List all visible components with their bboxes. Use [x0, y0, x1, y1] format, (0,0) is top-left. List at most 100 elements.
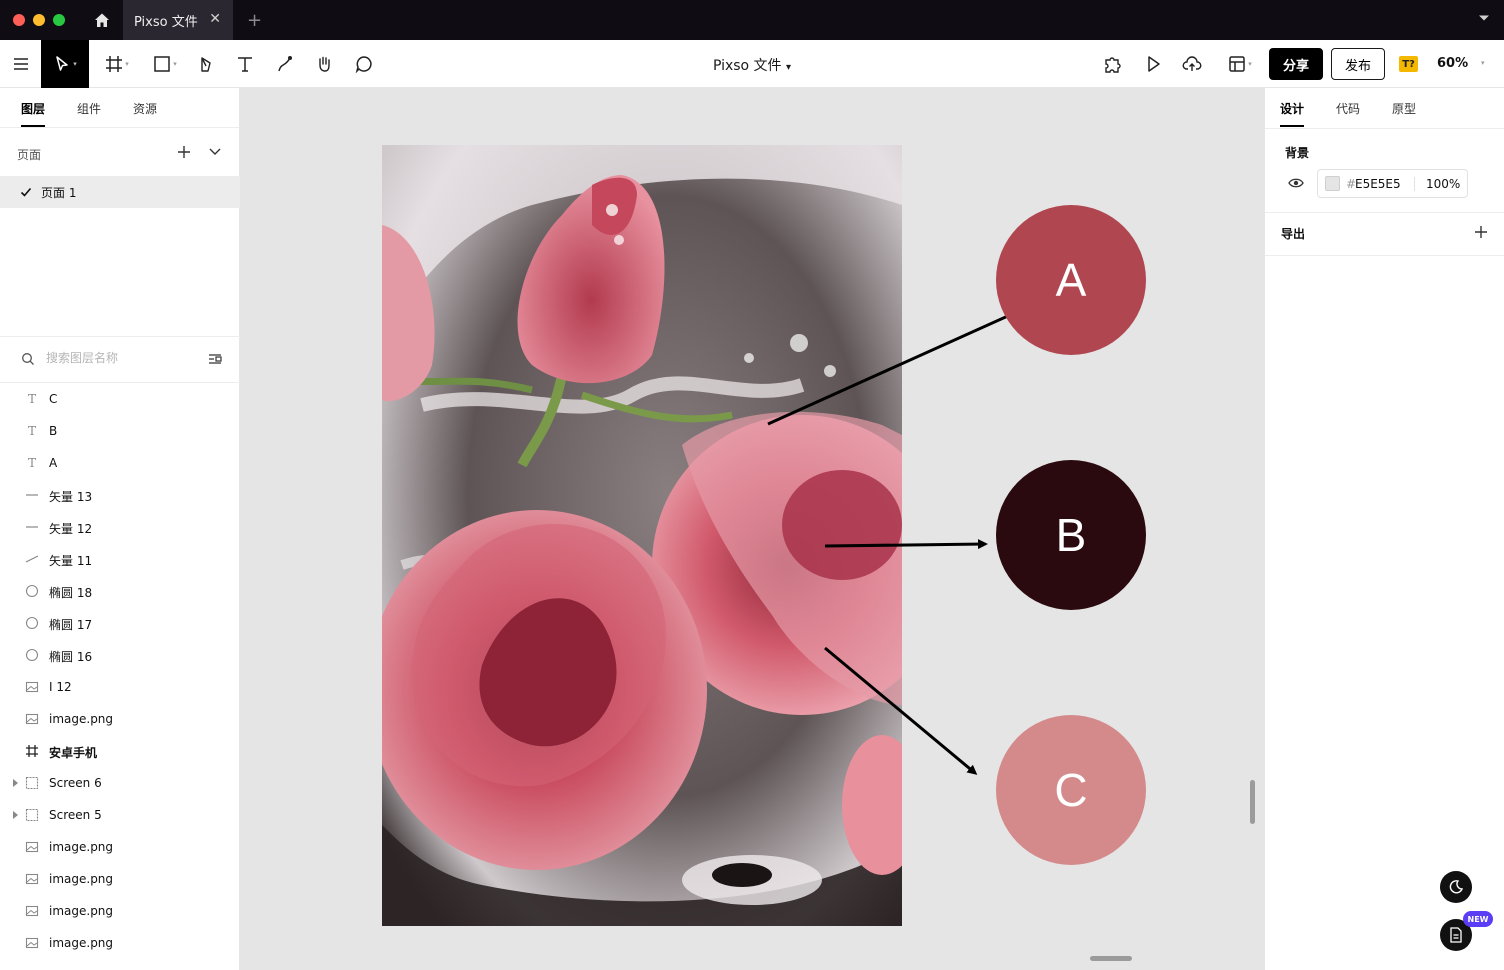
present-button[interactable] [1140, 40, 1166, 88]
circle-a[interactable]: A [996, 205, 1146, 355]
filter-icon[interactable] [208, 352, 222, 366]
design-canvas[interactable]: A B C [240, 88, 1264, 970]
circle-a-label: A [1055, 254, 1087, 306]
upload-button[interactable] [1178, 40, 1206, 88]
image-icon [24, 871, 40, 887]
eye-icon[interactable] [1288, 177, 1304, 189]
rectangle-icon [154, 56, 170, 72]
image-icon [24, 679, 40, 695]
circle-b[interactable]: B [996, 460, 1146, 610]
color-swatch[interactable] [1325, 176, 1340, 191]
layer-row-b[interactable]: T B [0, 415, 240, 447]
add-export-icon[interactable] [1474, 225, 1488, 239]
horizontal-scrollbar[interactable] [1090, 956, 1132, 961]
active-tab-indicator [21, 125, 45, 127]
layer-list: T C T B T A 矢量 13 矢量 12 矢量 11 椭圆 18 椭圆 1… [0, 383, 240, 959]
search-input[interactable] [46, 351, 196, 365]
plugins-button[interactable] [1100, 40, 1126, 88]
layer-row-image[interactable]: image.png [0, 863, 240, 895]
text-icon: T [27, 392, 36, 406]
main-menu-icon[interactable] [6, 40, 36, 88]
layer-row-vector-11[interactable]: 矢量 11 [0, 543, 240, 575]
layer-row-c[interactable]: T C [0, 383, 240, 415]
layer-row-ellipse-16[interactable]: 椭圆 16 [0, 639, 240, 671]
divider [1265, 128, 1504, 129]
divider [1414, 177, 1415, 191]
title-bar: Pixso 文件 ✕ + [0, 0, 1504, 40]
layer-row-image[interactable]: image.png [0, 895, 240, 927]
publish-button[interactable]: 发布 [1331, 48, 1385, 80]
ellipse-icon [24, 583, 40, 599]
frame-icon [106, 56, 123, 72]
comment-tool-button[interactable] [352, 40, 376, 88]
frame-icon [24, 743, 40, 759]
pen-tool-button[interactable] [194, 40, 218, 88]
layer-row-vector-12[interactable]: 矢量 12 [0, 511, 240, 543]
close-window-button[interactable] [13, 14, 25, 26]
arrow-to-c[interactable] [824, 646, 978, 775]
dark-mode-toggle[interactable] [1440, 871, 1472, 903]
layer-row-i12[interactable]: I 12 [0, 671, 240, 703]
home-icon[interactable] [91, 9, 113, 31]
circle-c[interactable]: C [996, 715, 1146, 865]
chevron-down-icon[interactable]: ▾ [786, 62, 791, 73]
tab-assets[interactable]: 资源 [133, 100, 157, 117]
zoom-level[interactable]: 60% [1437, 56, 1468, 71]
hex-value-input[interactable]: E5E5E5 [1355, 177, 1401, 191]
background-color-field[interactable]: # E5E5E5 100% [1317, 169, 1468, 198]
hand-tool-button[interactable] [312, 40, 336, 88]
chevron-down-icon[interactable] [1478, 12, 1490, 27]
layer-row-vector-13[interactable]: 矢量 13 [0, 479, 240, 511]
tab-components[interactable]: 组件 [77, 100, 101, 117]
cloud-upload-icon [1182, 56, 1202, 71]
connector-tool-button[interactable] [273, 40, 297, 88]
arrow-to-b[interactable] [824, 539, 988, 550]
new-tab-button[interactable]: + [247, 10, 262, 31]
export-section-title: 导出 [1281, 227, 1306, 241]
layer-row-image[interactable]: image.png [0, 703, 240, 735]
tab-code[interactable]: 代码 [1336, 100, 1360, 117]
text-tool-button[interactable] [233, 40, 257, 88]
toolbar: ▾ ▾ ▾ Pixso 文件 ▾ ▾ 分享 发布 [0, 40, 1504, 88]
text-icon: T [27, 424, 36, 438]
tab-design[interactable]: 设计 [1280, 100, 1304, 117]
chevron-down-icon[interactable]: ▾ [1481, 59, 1485, 67]
minimize-window-button[interactable] [33, 14, 45, 26]
add-page-icon[interactable] [177, 145, 191, 159]
vertical-scrollbar[interactable] [1250, 780, 1255, 824]
layer-name: 矢量 13 [49, 490, 93, 504]
layer-name: 椭圆 16 [49, 650, 93, 664]
layer-name: 椭圆 17 [49, 618, 93, 632]
layer-row-image[interactable]: image.png [0, 831, 240, 863]
font-missing-badge[interactable]: T? [1399, 56, 1418, 72]
page-item[interactable]: 页面 1 [0, 176, 240, 208]
tab-layers[interactable]: 图层 [21, 100, 45, 117]
chevron-down-icon[interactable] [209, 147, 221, 157]
line-icon [24, 487, 40, 503]
shape-tool-button[interactable]: ▾ [148, 40, 182, 88]
tab-prototype[interactable]: 原型 [1392, 100, 1416, 117]
share-button[interactable]: 分享 [1269, 48, 1323, 80]
arrow-to-a[interactable] [767, 304, 1033, 426]
frame-tool-button[interactable]: ▾ [100, 40, 134, 88]
close-tab-icon[interactable]: ✕ [209, 11, 221, 27]
document-title[interactable]: Pixso 文件 [713, 58, 782, 74]
move-tool-button[interactable]: ▾ [41, 40, 89, 88]
maximize-window-button[interactable] [53, 14, 65, 26]
layer-row-ellipse-17[interactable]: 椭圆 17 [0, 607, 240, 639]
file-tab[interactable]: Pixso 文件 ✕ [123, 0, 233, 40]
expand-arrow-icon[interactable] [13, 779, 18, 787]
expand-arrow-icon[interactable] [13, 811, 18, 819]
layer-row-ellipse-18[interactable]: 椭圆 18 [0, 575, 240, 607]
layer-row-screen-5[interactable]: Screen 5 [0, 799, 240, 831]
layout-button[interactable]: ▾ [1222, 40, 1258, 88]
pages-label: 页面 [17, 148, 42, 162]
layer-row-screen-6[interactable]: Screen 6 [0, 767, 240, 799]
layer-row-a[interactable]: T A [0, 447, 240, 479]
layer-row-image[interactable]: image.png [0, 927, 240, 959]
right-panel: 设计 代码 原型 背景 # E5E5E5 100% 导出 NEW [1264, 88, 1504, 970]
layer-row-android-frame[interactable]: 安卓手机 [0, 735, 240, 767]
opacity-input[interactable]: 100% [1426, 177, 1460, 191]
layer-name: image.png [49, 936, 114, 950]
document-icon [1450, 927, 1462, 943]
